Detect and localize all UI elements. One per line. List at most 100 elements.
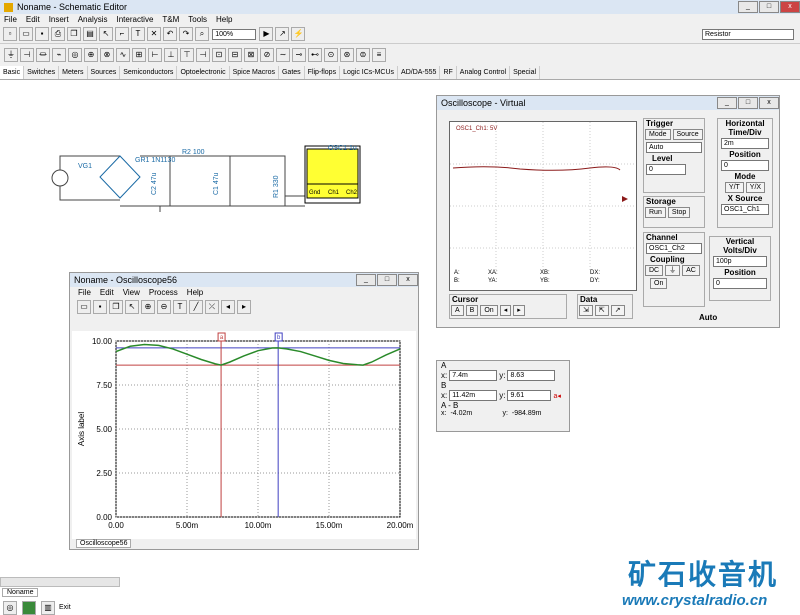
tab-basic[interactable]: Basic — [0, 66, 25, 79]
volts-div-field[interactable]: 100p — [713, 256, 767, 267]
tab-adda555[interactable]: AD/DA-555 — [398, 66, 441, 79]
component-icon-0[interactable]: ⏚ — [4, 48, 18, 62]
status-icon-1[interactable]: ◎ — [3, 600, 17, 615]
run-button[interactable]: Run — [645, 207, 666, 218]
vosc-close[interactable]: x — [759, 97, 779, 109]
pointer-icon[interactable]: ↖ — [99, 27, 113, 41]
osc-text-icon[interactable]: T — [173, 300, 187, 314]
h-position-field[interactable]: 0 — [721, 160, 769, 171]
osc-copy-icon[interactable]: ❐ — [109, 300, 123, 314]
zoom-icon[interactable]: ⌕ — [195, 27, 209, 41]
cursor-on-button[interactable]: On — [480, 305, 498, 316]
component-icon-12[interactable]: ⊣ — [196, 48, 210, 62]
menu-tools[interactable]: Tools — [188, 15, 207, 24]
cursor-b-arrow-icon[interactable]: a◂ — [553, 392, 560, 400]
document-tab[interactable]: Noname — [2, 588, 39, 597]
print-icon[interactable]: ⎙ — [51, 27, 65, 41]
osc-menu-file[interactable]: File — [78, 288, 91, 297]
status-icon-2[interactable] — [22, 600, 36, 615]
component-icon-3[interactable]: ⌁ — [52, 48, 66, 62]
ac-button[interactable]: AC — [682, 265, 700, 276]
osc-menu-edit[interactable]: Edit — [100, 288, 114, 297]
cursor-a-x[interactable]: 7.4m — [449, 370, 498, 381]
component-icon-8[interactable]: ⊞ — [132, 48, 146, 62]
component-icon-6[interactable]: ⊗ — [100, 48, 114, 62]
component-icon-1[interactable]: ⊣ — [20, 48, 34, 62]
new-icon[interactable]: ▫ — [3, 27, 17, 41]
menu-help[interactable]: Help — [216, 15, 232, 24]
trigger-mode-button[interactable]: Mode — [645, 129, 671, 140]
cursor-left-icon[interactable]: ◂ — [499, 305, 512, 316]
osc-menu-help[interactable]: Help — [187, 288, 203, 297]
tab-meters[interactable]: Meters — [59, 66, 88, 79]
component-icon-14[interactable]: ⊟ — [228, 48, 242, 62]
menu-analysis[interactable]: Analysis — [78, 15, 108, 24]
tab-special[interactable]: Special — [510, 66, 541, 79]
maximize-button[interactable]: □ — [759, 1, 779, 13]
trigger-source-button[interactable]: Source — [672, 129, 703, 140]
component-icon-18[interactable]: ⊸ — [292, 48, 306, 62]
tab-analogcontrol[interactable]: Analog Control — [457, 66, 511, 79]
copy-icon[interactable]: ❐ — [67, 27, 81, 41]
close-button[interactable]: x — [780, 1, 800, 13]
cursor-a-button[interactable]: A — [451, 305, 464, 316]
component-icon-23[interactable]: ≡ — [372, 48, 386, 62]
component-icon-9[interactable]: ⊢ — [148, 48, 162, 62]
tab-flipflops[interactable]: Flip-flops — [305, 66, 341, 79]
wire-icon[interactable]: ⌐ — [115, 27, 129, 41]
osc-right-icon[interactable]: ▸ — [237, 300, 251, 314]
osc-cursor-icon[interactable]: ⤫ — [205, 300, 219, 314]
component-icon-10[interactable]: ⊥ — [164, 48, 178, 62]
component-icon-2[interactable]: ⏛ — [36, 48, 50, 62]
x-source-select[interactable]: OSC1_Ch1 — [721, 204, 769, 215]
menu-tm[interactable]: T&M — [162, 15, 179, 24]
component-icon-19[interactable]: ⊷ — [308, 48, 322, 62]
open-icon[interactable]: ▭ — [19, 27, 33, 41]
component-icon-5[interactable]: ⊕ — [84, 48, 98, 62]
osc56-tab[interactable]: Oscilloscope56 — [76, 539, 132, 548]
exit-button[interactable]: Exit — [59, 604, 71, 611]
v-position-field[interactable]: 0 — [713, 278, 767, 289]
component-select[interactable]: Resistor — [702, 29, 794, 40]
component-icon-4[interactable]: ◎ — [68, 48, 82, 62]
menu-edit[interactable]: Edit — [26, 15, 40, 24]
data-plot-icon[interactable]: ↗ — [610, 305, 625, 316]
vosc-minimize[interactable]: _ — [717, 97, 737, 109]
osc-open-icon[interactable]: ▭ — [77, 300, 91, 314]
osc-zoom-in-icon[interactable]: ⊕ — [141, 300, 155, 314]
cursor-a-y[interactable]: 8.63 — [507, 370, 556, 381]
tab-semiconductors[interactable]: Semiconductors — [120, 66, 178, 79]
osc56-chart[interactable]: 0.002.505.007.5010.000.00 5.00m 10.00m 15.0… — [72, 331, 416, 539]
tab-spicemacros[interactable]: Spice Macros — [230, 66, 279, 79]
save-icon[interactable]: ▪ — [35, 27, 49, 41]
trigger-mode-select[interactable]: Auto — [646, 142, 702, 153]
osc-menu-view[interactable]: View — [123, 288, 140, 297]
channel-select[interactable]: OSC1_Ch2 — [646, 243, 702, 254]
cursor-b-x[interactable]: 11.42m — [449, 390, 498, 401]
horizontal-scrollbar[interactable] — [0, 577, 120, 587]
osc-left-icon[interactable]: ◂ — [221, 300, 235, 314]
run-icon[interactable]: ▶ — [259, 27, 274, 41]
osc-zoom-out-icon[interactable]: ⊖ — [157, 300, 171, 314]
menu-insert[interactable]: Insert — [49, 15, 69, 24]
osc56-minimize[interactable]: _ — [356, 274, 376, 286]
tab-sources[interactable]: Sources — [88, 66, 121, 79]
stop-button[interactable]: Stop — [667, 207, 691, 218]
cursor-right-icon[interactable]: ▸ — [513, 305, 525, 316]
tab-optoelectronic[interactable]: Optoelectronic — [177, 66, 230, 79]
cursor-b-y[interactable]: 9.61 — [507, 390, 552, 401]
component-icon-21[interactable]: ⊛ — [340, 48, 354, 62]
channel-on-button[interactable]: On — [650, 278, 668, 289]
osc-save-icon[interactable]: ▪ — [93, 300, 107, 314]
probe-icon[interactable]: ↗ — [275, 27, 290, 41]
component-icon-17[interactable]: ∼ — [276, 48, 290, 62]
component-icon-13[interactable]: ⊡ — [212, 48, 226, 62]
osc-select-icon[interactable]: ↖ — [125, 300, 139, 314]
data-import-icon[interactable]: ⇱ — [594, 305, 609, 316]
redo-icon[interactable]: ↷ — [179, 27, 193, 41]
delete-icon[interactable]: ✕ — [147, 27, 161, 41]
minimize-button[interactable]: _ — [738, 1, 758, 13]
gnd-coupling-icon[interactable]: ⏚ — [665, 265, 681, 276]
menu-interactive[interactable]: Interactive — [117, 15, 154, 24]
time-div-field[interactable]: 2m — [721, 138, 769, 149]
